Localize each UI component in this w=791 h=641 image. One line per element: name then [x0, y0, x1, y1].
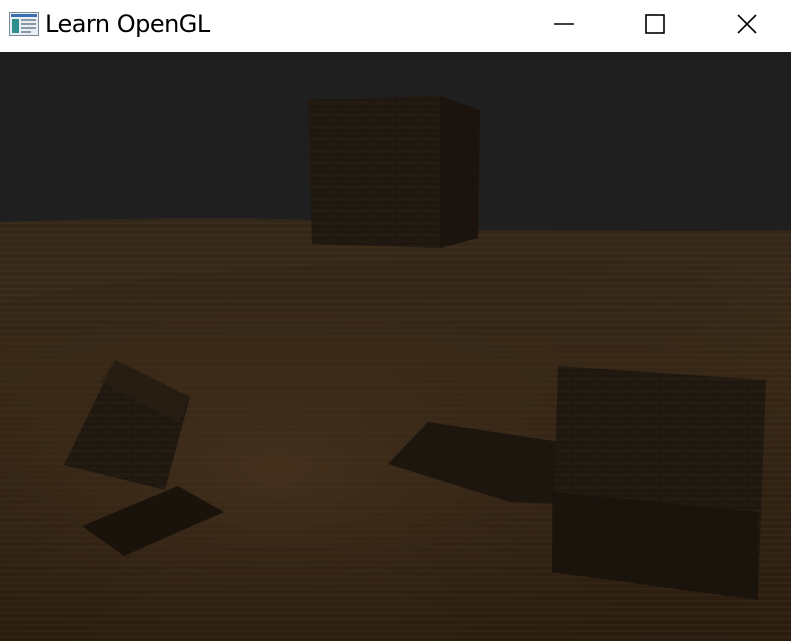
minimize-button[interactable]: [518, 0, 610, 48]
scene-canvas: [0, 52, 791, 641]
window-title: Learn OpenGL: [45, 10, 210, 38]
opengl-window-icon: [9, 12, 39, 36]
title-bar[interactable]: Learn OpenGL: [0, 0, 791, 52]
crate-right-large: [552, 366, 766, 600]
app-window: Learn OpenGL: [0, 0, 791, 641]
opengl-viewport[interactable]: [0, 52, 791, 641]
maximize-button[interactable]: [609, 0, 701, 48]
close-icon: [736, 13, 758, 35]
crate-back: [308, 96, 480, 248]
maximize-icon: [644, 13, 666, 35]
close-button[interactable]: [701, 0, 791, 48]
minimize-icon: [553, 13, 575, 35]
